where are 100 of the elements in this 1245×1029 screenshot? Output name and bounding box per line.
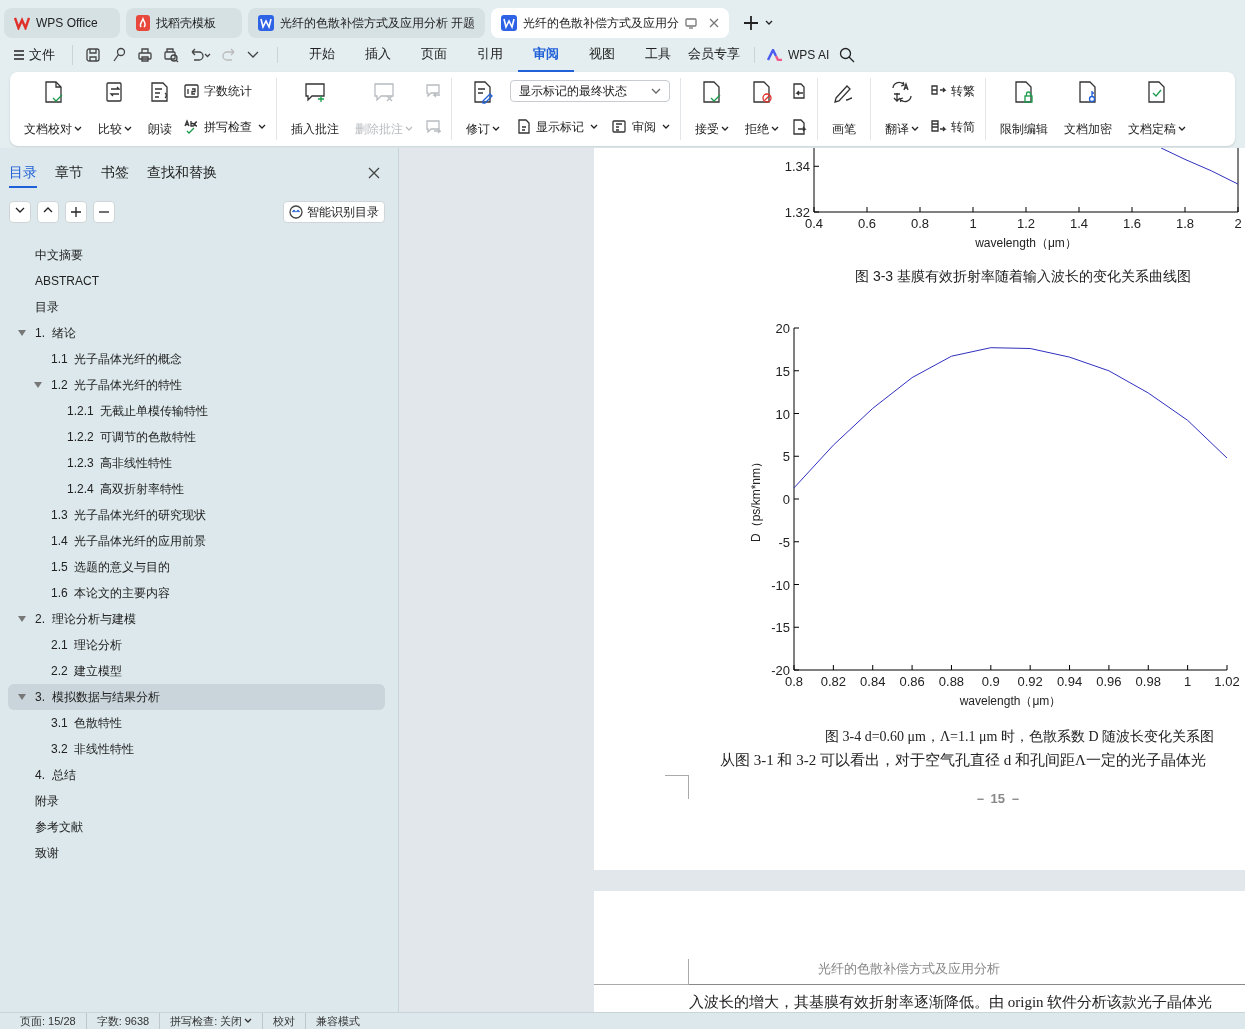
toc-item[interactable]: 1.2.1 无截止单模传输特性 (8, 398, 385, 424)
tick-label: 1.8 (1175, 216, 1195, 231)
triangle-icon[interactable] (18, 329, 26, 337)
toc-item[interactable]: ABSTRACT (8, 268, 385, 294)
triangle-icon[interactable] (18, 693, 26, 701)
wps-ai-button[interactable]: WPS AI (755, 46, 830, 64)
toc-item[interactable]: 1.1 光子晶体光纤的概念 (8, 346, 385, 372)
toc-item[interactable]: 参考文献 (8, 814, 385, 840)
toc-item[interactable]: 3.2 非线性特性 (8, 736, 385, 762)
caret-icon (405, 126, 413, 132)
toc-item[interactable]: 2.1 理论分析 (8, 632, 385, 658)
toc-item[interactable]: 附录 (8, 788, 385, 814)
ribbon-tab[interactable]: 会员专享 (686, 38, 742, 72)
toc-item[interactable]: 1.2.2 可调节的色散特性 (8, 424, 385, 450)
toc-item[interactable]: 目录 (8, 294, 385, 320)
search-icon[interactable] (839, 47, 856, 63)
ribbon-tab[interactable]: 插入 (350, 38, 406, 72)
toc-item[interactable]: 1.2.3 高非线性特性 (8, 450, 385, 476)
ribbon-button[interactable]: 字数统计 (182, 80, 268, 102)
ribbon-tab[interactable]: 工具 (630, 38, 686, 72)
toc-item[interactable]: 3. 模拟数据与结果分析 (8, 684, 385, 710)
close-icon[interactable] (709, 18, 720, 28)
expand-button[interactable] (37, 201, 59, 223)
status-item[interactable]: 字数: 9638 (85, 1012, 160, 1029)
plus-icon[interactable] (743, 15, 760, 31)
undo-icon[interactable] (189, 47, 211, 63)
toc-item[interactable]: 2.2 建立模型 (8, 658, 385, 684)
ribbon-button[interactable]: 画笔 (826, 78, 862, 140)
status-item[interactable]: 页面: 15/28 (10, 1012, 86, 1029)
status-item[interactable]: 校对 (262, 1012, 306, 1029)
print-preview-icon[interactable] (163, 47, 179, 63)
ribbon-button[interactable]: 限制编辑 (994, 78, 1054, 140)
status-item[interactable]: 兼容模式 (305, 1012, 371, 1029)
toc-item[interactable]: 1.3 光子晶体光纤的研究现状 (8, 502, 385, 528)
document-pen-icon (471, 80, 495, 104)
toc-item[interactable]: 1.2 光子晶体光纤的特性 (8, 372, 385, 398)
toc-item[interactable]: 致谢 (8, 840, 385, 866)
tick-label: 0.8 (910, 216, 930, 231)
ribbon-button[interactable]: 转繁 (929, 80, 977, 102)
document-lock-icon (1012, 80, 1036, 104)
tick-label: 0.94 (1056, 674, 1083, 689)
remove-level-button[interactable] (93, 201, 115, 223)
add-level-button[interactable] (65, 201, 87, 223)
toc-item[interactable]: 1.2.4 高双折射率特性 (8, 476, 385, 502)
ribbon-button[interactable]: 拼写检查 (182, 116, 268, 138)
ribbon-button[interactable]: 朗读 (142, 78, 178, 140)
axis-title: wavelength（μm） (959, 694, 1062, 708)
toc-item[interactable]: 3.1 色散特性 (8, 710, 385, 736)
save-icon[interactable] (85, 47, 101, 63)
ribbon-button[interactable]: 比较 (92, 78, 138, 140)
ribbon-button[interactable]: 翻译 (879, 78, 925, 140)
file-menu[interactable]: 文件 (14, 45, 73, 65)
panel-tab[interactable]: 目录 (9, 158, 37, 188)
panel-tab[interactable]: 书签 (101, 158, 129, 188)
document-tab[interactable]: 光纤的色散补偿方式及应用分 (491, 8, 730, 38)
ribbon-button[interactable]: 显示标记 (514, 116, 600, 138)
print-icon[interactable] (137, 47, 153, 63)
panel-tab[interactable]: 查找和替换 (147, 158, 217, 188)
collapse-button[interactable] (9, 201, 31, 223)
tick-label: 0.84 (860, 674, 886, 689)
toc-item[interactable]: 2. 理论分析与建模 (8, 606, 385, 632)
ribbon-button[interactable]: 插入批注 (285, 78, 345, 140)
toc-item[interactable]: 4. 总结 (8, 762, 385, 788)
ribbon-button[interactable]: 文档定稿 (1122, 78, 1192, 140)
toc-item[interactable]: 1.5 选题的意义与目的 (8, 554, 385, 580)
ribbon-button[interactable]: 转简 (929, 116, 977, 138)
triangle-icon[interactable] (18, 615, 26, 623)
tick-label: 2 (1234, 216, 1242, 231)
markup-view-dropdown[interactable]: 显示标记的最终状态 (510, 80, 670, 102)
smart-toc-button[interactable]: 智能识别目录 (283, 201, 385, 223)
ribbon-tab[interactable]: 引用 (462, 38, 518, 72)
toc-item[interactable]: 中文摘要 (8, 242, 385, 268)
ribbon-button[interactable]: 拒绝 (739, 78, 785, 140)
spell-check-icon (184, 119, 200, 135)
ribbon-button[interactable]: 修订 (460, 78, 506, 140)
menu-icon (14, 50, 24, 60)
tick-label: 1.6 (1122, 216, 1142, 231)
tick-label: 0.92 (1017, 674, 1043, 689)
ribbon-tab[interactable]: 页面 (406, 38, 462, 72)
close-icon[interactable] (368, 167, 380, 179)
toc-item[interactable]: 1. 绪论 (8, 320, 385, 346)
caret-icon[interactable] (765, 20, 774, 26)
plot-border (1237, 148, 1239, 213)
triangle-icon[interactable] (34, 381, 42, 389)
tick-label: -5 (778, 534, 790, 550)
document-tab[interactable]: 光纤的色散补偿方式及应用分析 开题 (248, 8, 486, 38)
caret-icon[interactable] (247, 51, 259, 59)
ribbon-tab[interactable]: 视图 (574, 38, 630, 72)
ribbon-button[interactable]: 文档加密 (1058, 78, 1118, 140)
ribbon-button[interactable]: 文档校对 (18, 78, 88, 140)
toc-item[interactable]: 1.4 光子晶体光纤的应用前景 (8, 528, 385, 554)
ribbon-button[interactable]: 接受 (689, 78, 735, 140)
panel-tab[interactable]: 章节 (55, 158, 83, 188)
ribbon-button[interactable]: 审阅 (610, 116, 672, 138)
toc-item[interactable]: 1.6 本论文的主要内容 (8, 580, 385, 606)
document-tab[interactable]: WPS Office (4, 8, 120, 38)
status-item[interactable]: 拼写检查: 关闭 (159, 1012, 263, 1029)
document-tab[interactable]: 找稻壳模板 (126, 8, 242, 38)
ribbon-tab[interactable]: 开始 (294, 38, 350, 72)
tick-label: 0.98 (1135, 674, 1161, 689)
